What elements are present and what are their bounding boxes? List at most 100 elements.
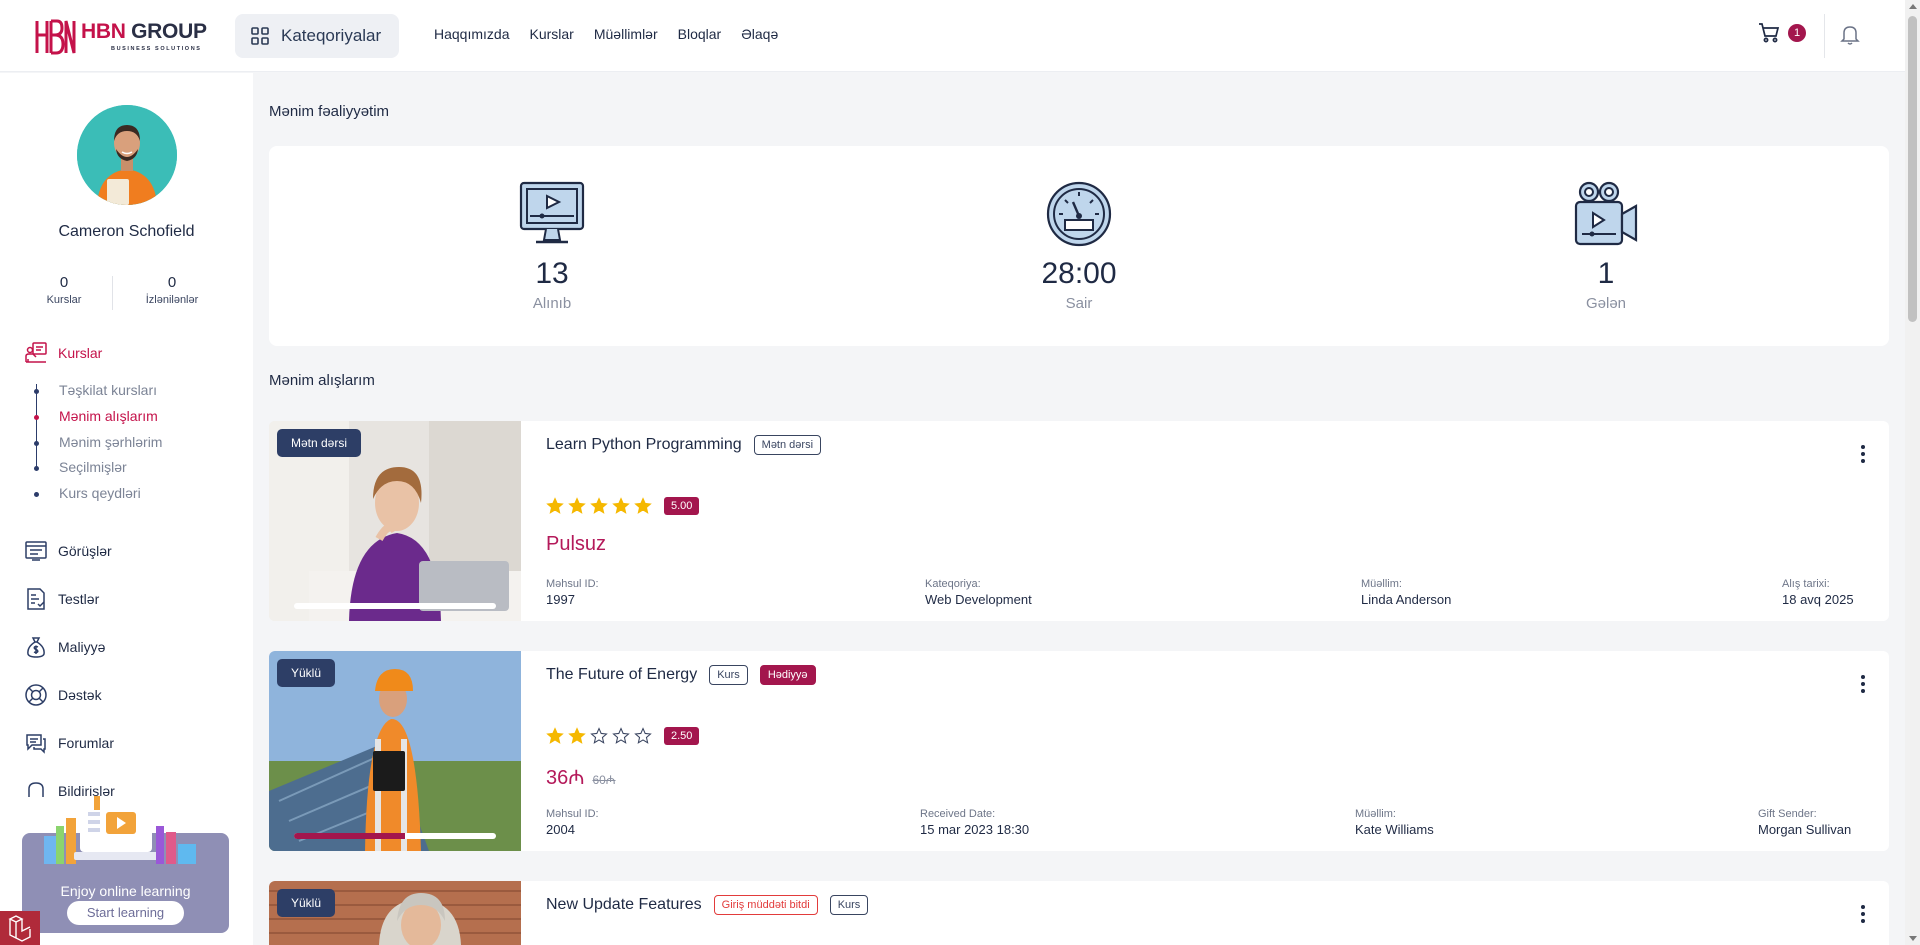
laravel-icon	[8, 915, 31, 942]
submenu-dot	[34, 389, 39, 394]
course-meta-product-id: Məhsul ID: 2004	[546, 808, 599, 837]
sidebar-item-support[interactable]: Dəstək	[24, 683, 102, 707]
course-thumbnail[interactable]: Yüklü	[269, 881, 521, 945]
course-title[interactable]: The Future of Energy	[546, 666, 697, 684]
purchases-section-title: Mənim alışlarım	[269, 372, 375, 389]
rating-badge: 2.50	[664, 727, 700, 745]
activity-section-title: Mənim fəaliyyətim	[269, 103, 390, 120]
star-empty-icon	[612, 727, 630, 745]
course-progress-bar	[294, 833, 496, 839]
star-empty-icon	[634, 727, 652, 745]
course-card[interactable]: Yüklü New Update Features Giriş müddəti …	[269, 881, 1889, 945]
activity-incoming-value: 1	[1597, 257, 1615, 290]
stat-divider	[112, 276, 113, 310]
nav-teachers[interactable]: Müəllimlər	[594, 26, 658, 42]
more-options-icon[interactable]	[1861, 675, 1865, 693]
activity-incoming-label: Gələn	[1585, 295, 1627, 312]
activity-other-label: Sair	[1065, 295, 1093, 312]
sidebar-item-courses[interactable]: Kurslar	[24, 341, 102, 365]
stat-courses: 0 Kurslar	[34, 274, 94, 306]
more-options-icon[interactable]	[1861, 905, 1865, 923]
nav-about[interactable]: Haqqımızda	[434, 26, 509, 42]
course-price-value: Pulsuz	[546, 533, 607, 555]
sidebar-item-forums-label: Forumlar	[58, 735, 115, 751]
nav-blogs[interactable]: Bloqlar	[678, 26, 722, 42]
course-progress-fill	[294, 833, 406, 839]
categories-button[interactable]: Kateqoriyalar	[235, 14, 399, 58]
logo-subtitle: BUSINESS SOLUTIONS	[111, 45, 202, 52]
stat-followed-label: İzlənilənlər	[145, 294, 199, 306]
sidebar-subitem-org-courses[interactable]: Təşkilat kursları	[59, 382, 157, 398]
gift-badge: Hədiyyə	[759, 665, 816, 685]
course-progress-bar	[294, 603, 496, 609]
star-filled-icon	[634, 497, 652, 515]
nav-contact[interactable]: Əlaqə	[741, 26, 778, 42]
top-header: HBN GROUP BUSINESS SOLUTIONS Kateqoriyal…	[0, 0, 1905, 72]
user-name: Cameron Schofield	[58, 223, 195, 240]
sidebar-subitem-favorites[interactable]: Seçilmişlər	[59, 459, 127, 475]
course-meta-teacher: Müəllim: Linda Anderson	[1361, 578, 1452, 607]
sidebar-item-tests[interactable]: Testlər	[24, 587, 99, 611]
star-filled-icon	[568, 727, 586, 745]
online-learning-illustration	[44, 796, 196, 864]
sidebar-subitem-course-notes[interactable]: Kurs qeydləri	[59, 485, 141, 501]
course-type-tag: Yüklü	[277, 889, 336, 917]
course-progress-fill	[294, 603, 496, 609]
course-thumbnail[interactable]: Mətn dərsi	[269, 421, 521, 621]
cart-icon[interactable]	[1758, 22, 1780, 44]
course-meta-purchase-date: Alış tarixi: 18 avq 2025	[1782, 578, 1854, 607]
start-learning-button[interactable]: Start learning	[67, 901, 184, 925]
main-nav: Haqqımızda Kurslar Müəllimlər Bloqlar Əl…	[434, 26, 778, 42]
monitor-video-icon	[519, 181, 585, 244]
nav-courses[interactable]: Kurslar	[529, 26, 573, 42]
sidebar-subitem-my-comments[interactable]: Mənim şərhlərim	[59, 434, 162, 450]
star-filled-icon	[546, 727, 564, 745]
course-rating-stars: 5.00	[546, 497, 700, 515]
rating-badge: 5.00	[664, 497, 700, 515]
course-card[interactable]: Yüklü The Future of Energy Kurs Hədiyyə …	[269, 651, 1889, 851]
course-meta-category: Kateqoriya: Web Development	[925, 578, 1032, 607]
stat-courses-value: 0	[59, 274, 69, 291]
sidebar-item-support-label: Dəstək	[58, 687, 102, 703]
course-price: Pulsuz	[546, 533, 606, 556]
sidebar-item-meetings[interactable]: Görüşlər	[24, 539, 112, 563]
submenu-dot	[34, 492, 39, 497]
star-filled-icon	[546, 497, 564, 515]
stat-followed-value: 0	[167, 274, 177, 291]
course-title[interactable]: New Update Features	[546, 896, 702, 914]
course-thumbnail[interactable]: Yüklü	[269, 651, 521, 851]
scroll-up-arrow[interactable]	[1909, 4, 1917, 9]
grid-icon	[251, 27, 269, 45]
course-title[interactable]: Learn Python Programming	[546, 436, 742, 454]
access-expired-badge: Giriş müddəti bitdi	[713, 895, 818, 915]
course-type-badge: Kurs	[709, 665, 748, 685]
course-price-value: 36₼	[546, 767, 585, 789]
scroll-down-arrow[interactable]	[1909, 936, 1917, 941]
course-title-row: Learn Python Programming Mətn dərsi	[546, 435, 822, 455]
tests-icon	[27, 588, 45, 610]
submenu-dot-active	[34, 415, 39, 420]
submenu-line	[36, 384, 37, 470]
course-old-price: 60₼	[592, 773, 616, 787]
stat-followed: 0 İzlənilənlər	[130, 274, 214, 306]
course-title-row: New Update Features Giriş müddəti bitdi …	[546, 895, 869, 915]
course-title-row: The Future of Energy Kurs Hədiyyə	[546, 665, 816, 685]
scroll-thumb[interactable]	[1908, 16, 1917, 322]
sidebar-subitem-my-purchases[interactable]: Mənim alışlarım	[59, 408, 158, 424]
promo-card: Enjoy online learning Start learning	[22, 796, 229, 933]
corner-app-logo[interactable]	[0, 911, 40, 945]
sidebar-item-forums[interactable]: Forumlar	[24, 731, 114, 755]
page-scrollbar[interactable]	[1905, 0, 1920, 945]
sidebar-item-finance[interactable]: Maliyyə	[24, 635, 105, 659]
activity-other-value: 28:00	[1041, 257, 1117, 290]
star-filled-icon	[612, 497, 630, 515]
bell-icon[interactable]	[1840, 24, 1860, 46]
course-card[interactable]: Mətn dərsi Learn Python Programming Mətn…	[269, 421, 1889, 621]
avatar[interactable]	[77, 105, 177, 205]
sidebar: Cameron Schofield 0 Kurslar 0 İzlənilənl…	[0, 73, 253, 945]
sidebar-item-courses-label: Kurslar	[58, 345, 103, 361]
submenu-dot	[34, 441, 39, 446]
course-meta-product-id: Məhsul ID: 1997	[546, 578, 599, 607]
more-options-icon[interactable]	[1861, 445, 1865, 463]
hbn-group-logo[interactable]: HBN GROUP BUSINESS SOLUTIONS	[33, 15, 207, 57]
